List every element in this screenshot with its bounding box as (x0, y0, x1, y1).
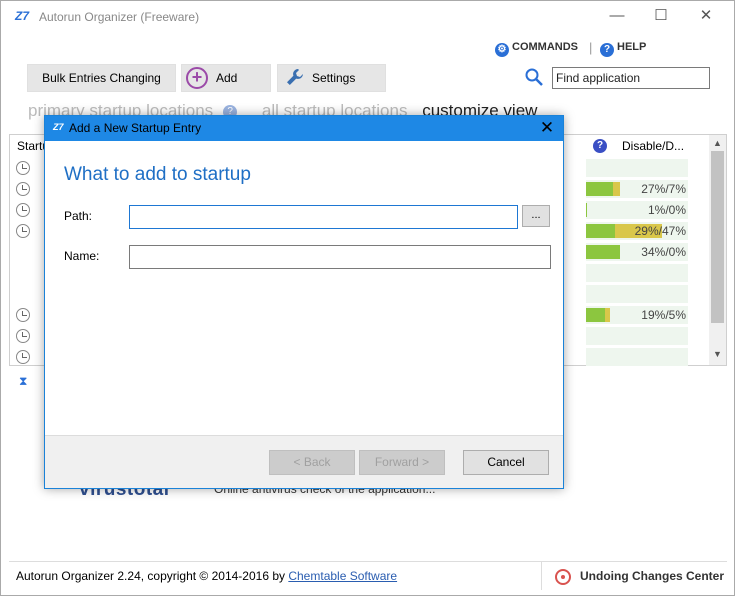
disable-stat-cell: 19%/5% (586, 306, 688, 324)
minimize-button[interactable]: — (595, 1, 639, 33)
disable-stat-cell: 29%/47% (586, 222, 688, 240)
dialog-title-bar: Z7 Add a New Startup Entry ✕ (45, 116, 563, 141)
forward-button[interactable]: Forward > (359, 450, 445, 475)
disable-stat-text: 1%/0% (647, 203, 686, 217)
disable-stat-cell (586, 348, 688, 366)
browse-button[interactable]: ... (522, 205, 550, 227)
undo-center-icon (555, 569, 571, 585)
disable-stat-cell: 34%/0% (586, 243, 688, 261)
help-link[interactable]: ? HELP (600, 41, 646, 57)
search-icon[interactable] (525, 68, 543, 86)
scroll-thumb[interactable] (711, 151, 724, 323)
gear-icon: ⚙ (495, 43, 509, 57)
name-label: Name: (64, 249, 100, 263)
dialog-heading: What to add to startup (64, 164, 251, 185)
clock-icon[interactable] (16, 161, 30, 175)
delay-bar (605, 308, 610, 322)
disable-bar (586, 182, 613, 196)
disable-stat-text: 34%/0% (641, 245, 686, 259)
hourglass-icon: ⧗ (19, 374, 28, 388)
dialog-app-icon: Z7 (53, 122, 64, 132)
list-scrollbar[interactable]: ▲ ▼ (709, 135, 726, 365)
scroll-down-icon[interactable]: ▼ (713, 349, 722, 359)
plus-icon: + (186, 67, 208, 89)
dialog-footer: < Back Forward > Cancel (45, 435, 563, 488)
status-bar: Autorun Organizer 2.24, copyright © 2014… (9, 561, 727, 590)
back-button[interactable]: < Back (269, 450, 355, 475)
disable-stat-cell (586, 285, 688, 303)
close-button[interactable]: ✕ (684, 1, 728, 33)
clock-icon[interactable] (16, 329, 30, 343)
search-input[interactable] (552, 67, 710, 89)
bulk-entries-label: Bulk Entries Changing (42, 71, 161, 85)
column-help-icon[interactable]: ? (593, 139, 607, 153)
help-label: HELP (617, 41, 647, 53)
commands-label: COMMANDS (512, 41, 578, 53)
disable-stat-text: 29%/47% (634, 224, 686, 238)
clock-icon[interactable] (16, 203, 30, 217)
wrench-icon (287, 69, 303, 85)
chemtable-link[interactable]: Chemtable Software (288, 569, 397, 583)
dialog-close-button[interactable]: ✕ (535, 117, 559, 139)
cancel-button[interactable]: Cancel (463, 450, 549, 475)
app-logo-icon: Z7 (15, 9, 30, 23)
main-window: Z7 Autorun Organizer (Freeware) — ☐ ✕ ⚙ C… (0, 0, 735, 596)
disable-bar (586, 203, 587, 217)
copyright-label: Autorun Organizer 2.24, copyright © 2014… (16, 569, 289, 583)
add-startup-entry-dialog: Z7 Add a New Startup Entry ✕ What to add… (44, 115, 564, 489)
disable-bar (586, 224, 615, 238)
bulk-entries-button[interactable]: Bulk Entries Changing (27, 64, 176, 92)
disable-stat-cell: 27%/7% (586, 180, 688, 198)
header-separator: | (589, 40, 593, 55)
disable-bar (586, 245, 620, 259)
copyright-text: Autorun Organizer 2.24, copyright © 2014… (16, 569, 397, 583)
disable-stat-text: 27%/7% (641, 182, 686, 196)
disable-stat-cell (586, 159, 688, 177)
maximize-button[interactable]: ☐ (639, 1, 683, 33)
path-label: Path: (64, 209, 93, 223)
add-label: Add (216, 71, 238, 85)
clock-icon[interactable] (16, 182, 30, 196)
clock-icon[interactable] (16, 308, 30, 322)
window-title: Autorun Organizer (Freeware) (39, 10, 200, 24)
column-disable-header[interactable]: Disable/D... (622, 139, 684, 153)
settings-button[interactable]: Settings (277, 64, 386, 92)
undoing-changes-label: Undoing Changes Center (580, 569, 725, 583)
delay-bar (613, 182, 620, 196)
title-bar: Z7 Autorun Organizer (Freeware) — ☐ ✕ (1, 1, 734, 33)
help-bubble-icon: ? (600, 43, 614, 57)
path-input[interactable] (129, 205, 518, 229)
settings-label: Settings (312, 71, 356, 85)
add-button[interactable]: + Add (181, 64, 271, 92)
disable-bar (586, 308, 605, 322)
dialog-title: Add a New Startup Entry (69, 121, 202, 135)
clock-icon[interactable] (16, 350, 30, 364)
clock-icon[interactable] (16, 224, 30, 238)
name-input[interactable] (129, 245, 551, 269)
disable-stat-text: 19%/5% (641, 308, 686, 322)
commands-link[interactable]: ⚙ COMMANDS (495, 41, 578, 57)
disable-stat-cell (586, 264, 688, 282)
disable-stat-cell (586, 327, 688, 345)
disable-stat-cell: 1%/0% (586, 201, 688, 219)
undoing-changes-button[interactable]: Undoing Changes Center (541, 562, 727, 590)
scroll-up-icon[interactable]: ▲ (713, 138, 722, 148)
